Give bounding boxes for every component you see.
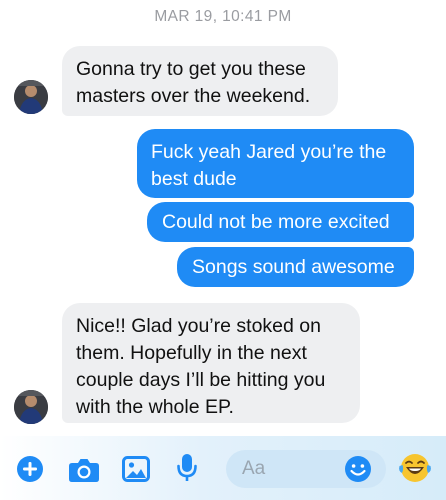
message-timestamp: MAR 19, 10:41 PM <box>154 8 292 25</box>
message-line: them. Hopefully in the next <box>76 342 307 364</box>
message-line: best dude <box>151 168 237 190</box>
camera-icon[interactable] <box>68 457 100 483</box>
avatar-photo <box>14 80 48 114</box>
outgoing-message[interactable]: Songs sound awesome <box>177 247 414 287</box>
laughing-emoji-icon[interactable] <box>398 452 432 484</box>
message-input-placeholder: Aa <box>242 458 266 479</box>
message-line: with the whole EP. <box>76 396 234 418</box>
message-line: Nice!! Glad you’re stoked on <box>76 315 321 337</box>
message-line: Could not be more excited <box>162 211 390 233</box>
incoming-message[interactable]: Gonna try to get you these masters over … <box>62 46 338 116</box>
incoming-message[interactable]: Nice!! Glad you’re stoked on them. Hopef… <box>62 303 360 423</box>
message-line: Gonna try to get you these <box>76 58 306 80</box>
image-icon[interactable] <box>122 456 150 482</box>
outgoing-message[interactable]: Could not be more excited <box>147 202 414 242</box>
contact-avatar[interactable] <box>14 80 48 114</box>
message-line: couple days I’ll be hitting you <box>76 369 326 391</box>
avatar-photo <box>14 390 48 424</box>
message-line: Fuck yeah Jared you’re the <box>151 141 387 163</box>
message-line: masters over the weekend. <box>76 85 311 107</box>
microphone-icon[interactable] <box>176 453 198 483</box>
emoji-icon[interactable] <box>344 455 372 483</box>
outgoing-message[interactable]: Fuck yeah Jared you’re the best dude <box>137 129 414 198</box>
plus-icon[interactable] <box>16 455 44 483</box>
message-line: Songs sound awesome <box>192 256 395 278</box>
contact-avatar[interactable] <box>14 390 48 424</box>
